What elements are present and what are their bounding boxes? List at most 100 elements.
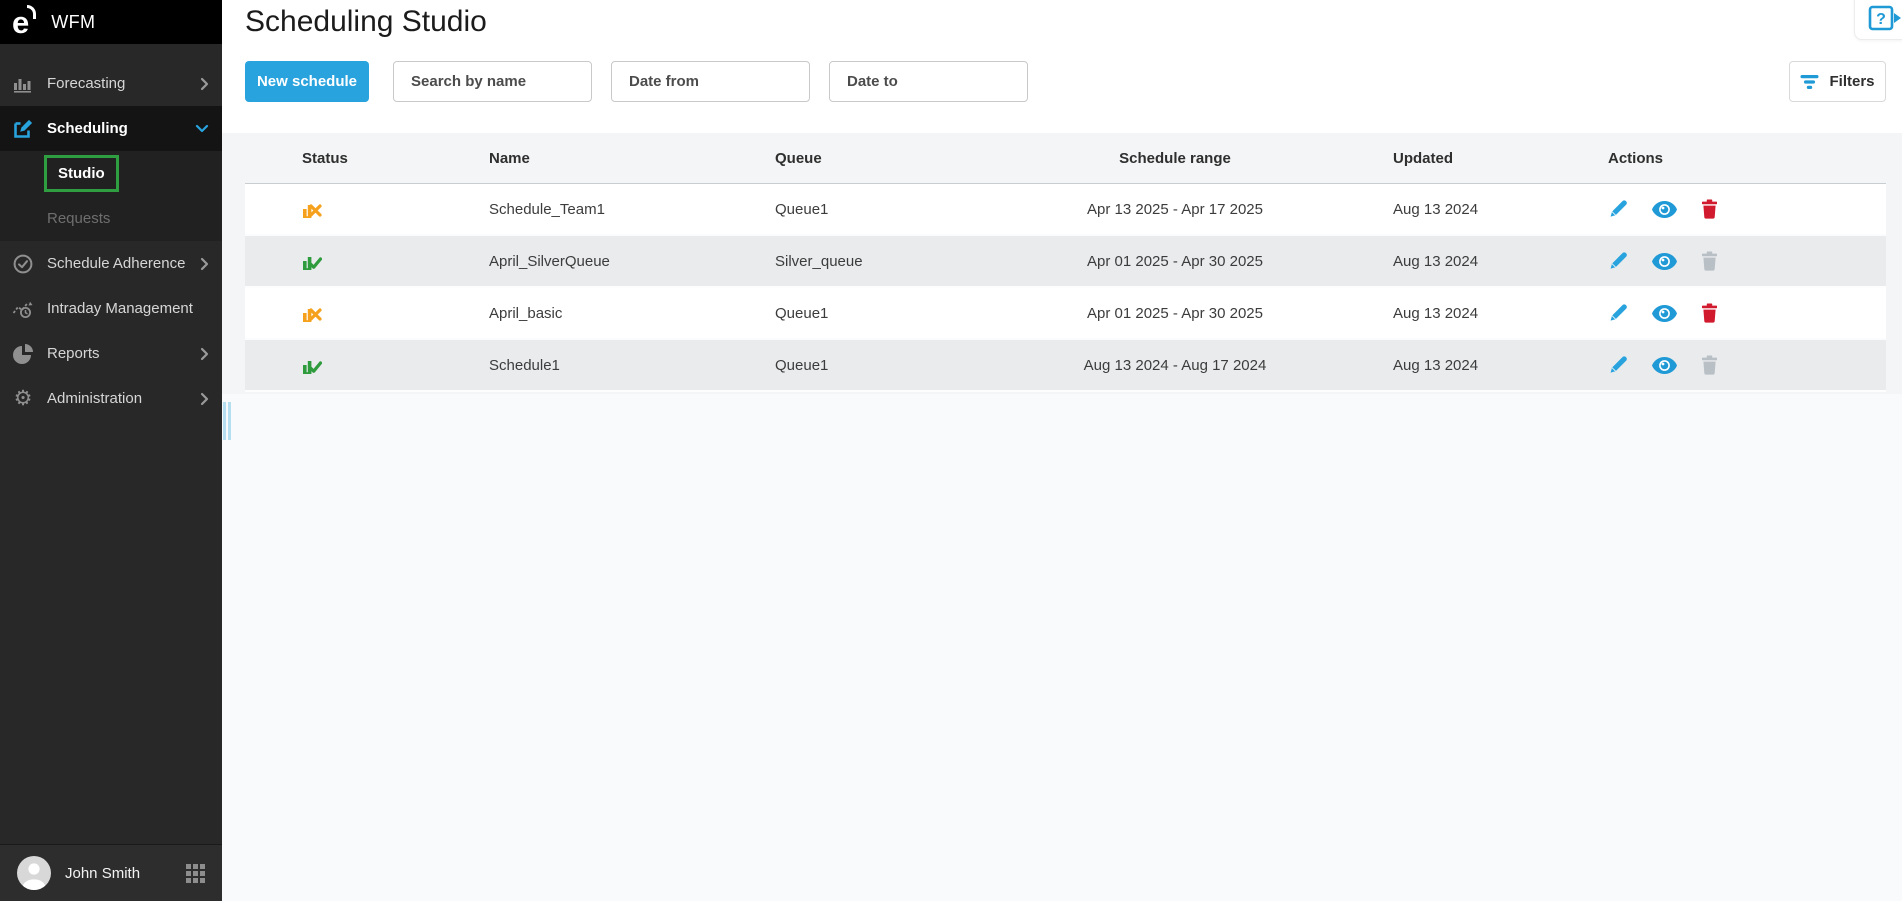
column-header-name: Name [489, 150, 775, 167]
schedule-name: April_basic [489, 305, 775, 322]
brand-name: WFM [51, 12, 95, 33]
sidebar-item-label: Intraday Management [47, 300, 193, 317]
status-error-icon [302, 304, 322, 323]
studio-selected-label[interactable]: Studio [44, 155, 119, 192]
table-row: April_SilverQueue Silver_queue Apr 01 20… [245, 236, 1886, 288]
delete-schedule-button[interactable] [1701, 303, 1718, 323]
view-schedule-button[interactable] [1652, 201, 1677, 218]
edit-schedule-button[interactable] [1608, 303, 1628, 323]
actions-cell [1600, 251, 1886, 271]
sidebar-item-label: Administration [47, 390, 142, 407]
column-header-queue: Queue [775, 150, 1000, 167]
sidebar-item-scheduling[interactable]: Scheduling [0, 106, 222, 151]
status-cell [245, 304, 489, 323]
page-title: Scheduling Studio [245, 5, 487, 39]
sidebar-resize-handle[interactable] [223, 402, 231, 440]
new-schedule-button[interactable]: New schedule [245, 61, 369, 102]
pie-chart-icon [11, 344, 35, 364]
sidebar-item-administration[interactable]: ⚙ Administration [0, 376, 222, 421]
updated-date: Aug 13 2024 [1350, 357, 1600, 374]
updated-date: Aug 13 2024 [1350, 253, 1600, 270]
logo-bar: e WFM [0, 0, 222, 44]
toolbar: New schedule Filters [245, 61, 1886, 102]
delete-schedule-button[interactable] [1701, 199, 1718, 219]
schedule-range: Apr 01 2025 - Apr 30 2025 [1000, 253, 1350, 270]
column-header-actions: Actions [1600, 150, 1886, 167]
brand-logo-icon: e [12, 7, 29, 38]
filter-icon [1800, 75, 1819, 89]
svg-text:?: ? [1876, 11, 1886, 28]
user-name: John Smith [65, 865, 140, 882]
search-by-name-input[interactable] [393, 61, 592, 102]
schedule-range: Apr 13 2025 - Apr 17 2025 [1000, 201, 1350, 218]
gear-icon: ⚙ [11, 388, 35, 409]
intraday-chart-icon [11, 299, 35, 319]
chevron-right-icon [200, 257, 209, 271]
sidebar-item-studio[interactable]: Studio [0, 151, 222, 196]
filters-label: Filters [1829, 73, 1874, 90]
column-header-status: Status [245, 150, 489, 167]
table-row: April_basic Queue1 Apr 01 2025 - Apr 30 … [245, 288, 1886, 340]
sidebar-item-schedule-adherence[interactable]: Schedule Adherence [0, 241, 222, 286]
edit-schedule-button[interactable] [1608, 355, 1628, 375]
updated-date: Aug 13 2024 [1350, 305, 1600, 322]
app-grid-icon[interactable] [186, 864, 205, 883]
status-ok-icon [302, 252, 322, 271]
sidebar-item-label: Requests [47, 210, 110, 227]
sidebar-item-label: Reports [47, 345, 100, 362]
table-body: Schedule_Team1 Queue1 Apr 13 2025 - Apr … [245, 184, 1886, 392]
schedule-range: Aug 13 2024 - Aug 17 2024 [1000, 357, 1350, 374]
chevron-right-icon [200, 347, 209, 361]
sidebar-item-forecasting[interactable]: Forecasting [0, 61, 222, 106]
sidebar-item-label: Schedule Adherence [47, 255, 185, 272]
chevron-down-icon [195, 124, 209, 133]
view-schedule-button[interactable] [1652, 253, 1677, 270]
table-section: Status Name Queue Schedule range Updated… [222, 133, 1902, 901]
schedule-range: Apr 01 2025 - Apr 30 2025 [1000, 305, 1350, 322]
check-circle-icon [11, 254, 35, 274]
filters-button[interactable]: Filters [1789, 61, 1886, 102]
status-cell [245, 200, 489, 219]
schedule-name: Schedule_Team1 [489, 201, 775, 218]
status-cell [245, 356, 489, 375]
delete-schedule-button [1701, 251, 1718, 271]
table-row: Schedule1 Queue1 Aug 13 2024 - Aug 17 20… [245, 340, 1886, 392]
chevron-right-icon [200, 392, 209, 406]
sidebar-item-label: Scheduling [47, 120, 128, 137]
status-error-icon [302, 200, 322, 219]
actions-cell [1600, 199, 1886, 219]
edit-schedule-button[interactable] [1608, 199, 1628, 219]
queue-name: Queue1 [775, 201, 1000, 218]
chevron-right-icon [200, 77, 209, 91]
sidebar-item-label: Forecasting [47, 75, 125, 92]
sidebar-nav: Forecasting Scheduling Studio [0, 44, 222, 421]
updated-date: Aug 13 2024 [1350, 201, 1600, 218]
view-schedule-button[interactable] [1652, 357, 1677, 374]
view-schedule-button[interactable] [1652, 305, 1677, 322]
status-ok-icon [302, 356, 322, 375]
sidebar-item-intraday-management[interactable]: Intraday Management [0, 286, 222, 331]
bar-chart-icon [11, 75, 35, 93]
actions-cell [1600, 303, 1886, 323]
queue-name: Queue1 [775, 305, 1000, 322]
sidebar-item-reports[interactable]: Reports [0, 331, 222, 376]
schedules-table: Status Name Queue Schedule range Updated… [222, 133, 1902, 394]
status-cell [245, 252, 489, 271]
column-header-schedule-range: Schedule range [1000, 150, 1350, 167]
date-to-input[interactable] [829, 61, 1028, 102]
queue-name: Silver_queue [775, 253, 1000, 270]
table-row: Schedule_Team1 Queue1 Apr 13 2025 - Apr … [245, 184, 1886, 236]
delete-schedule-button [1701, 355, 1718, 375]
date-from-input[interactable] [611, 61, 810, 102]
column-header-updated: Updated [1350, 150, 1600, 167]
table-header-row: Status Name Queue Schedule range Updated… [245, 133, 1886, 184]
sidebar-item-requests[interactable]: Requests [0, 196, 222, 241]
user-profile[interactable]: John Smith [0, 844, 222, 901]
schedule-name: Schedule1 [489, 357, 775, 374]
help-question-icon[interactable]: ? [1868, 5, 1902, 33]
schedule-name: April_SilverQueue [489, 253, 775, 270]
main-content: ? Scheduling Studio New schedule Filters… [222, 0, 1902, 901]
edit-schedule-button[interactable] [1608, 251, 1628, 271]
edit-icon [11, 118, 35, 139]
queue-name: Queue1 [775, 357, 1000, 374]
